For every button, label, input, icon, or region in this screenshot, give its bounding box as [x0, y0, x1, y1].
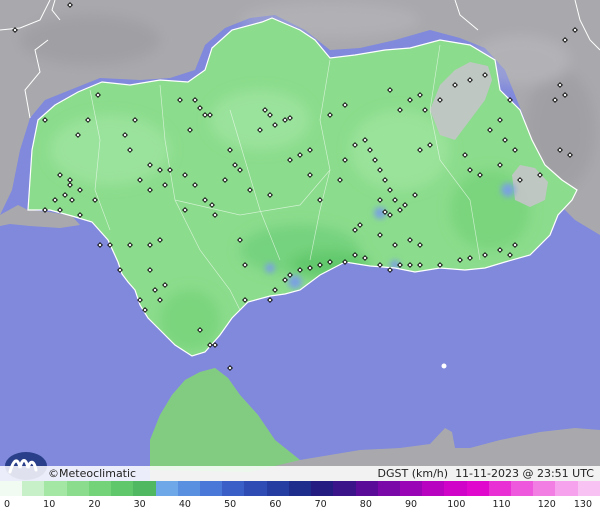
legend-tick-label: 0	[4, 499, 11, 510]
map-canvas	[0, 0, 600, 481]
legend-tick-label: 70	[314, 499, 327, 510]
product-label: DGST (km/h) 11-11-2023 @ 23:51 UTC	[377, 467, 594, 480]
legend-swatch	[133, 481, 156, 496]
legend-swatch	[66, 481, 89, 496]
alboran-island	[441, 363, 447, 369]
legend-swatch	[377, 481, 400, 496]
legend-swatch	[355, 481, 378, 496]
legend-swatch	[399, 481, 423, 496]
legend-swatch	[444, 481, 467, 496]
legend-tick-label: 110	[492, 499, 511, 510]
legend-tick-label: 60	[269, 499, 282, 510]
legend-swatch	[111, 481, 134, 496]
legend-swatch	[155, 481, 178, 496]
color-legend: 0 10 20 30 40 50 60 70 80 90 100 110 120 130	[0, 481, 600, 517]
legend-swatch	[0, 481, 23, 496]
legend-swatch	[422, 481, 445, 496]
legend-tick-label: 90	[405, 499, 418, 510]
legend-swatch	[22, 481, 45, 496]
legend-tick-label: 30	[133, 499, 146, 510]
weather-map	[0, 0, 600, 481]
legend-swatch	[333, 481, 356, 496]
legend-tick-label: 80	[359, 499, 372, 510]
legend-tick-label: 50	[224, 499, 237, 510]
legend-swatch	[244, 481, 267, 496]
legend-swatch	[199, 481, 223, 496]
legend-tick-label: 100	[447, 499, 466, 510]
legend-tick-label: 40	[178, 499, 191, 510]
credit-label: ©Meteoclimatic	[48, 467, 137, 480]
legend-swatch	[488, 481, 512, 496]
legend-swatch	[311, 481, 334, 496]
legend-swatch	[222, 481, 245, 496]
legend-swatch	[266, 481, 289, 496]
legend-swatch	[555, 481, 578, 496]
legend-swatch	[288, 481, 312, 496]
legend-tick-label: 130	[573, 499, 592, 510]
legend-swatch	[44, 481, 67, 496]
legend-swatch	[177, 481, 200, 496]
legend-swatch	[466, 481, 489, 496]
legend-tick-label: 20	[88, 499, 101, 510]
legend-color-scale	[0, 481, 600, 496]
legend-tick-label: 10	[43, 499, 56, 510]
legend-swatch	[533, 481, 556, 496]
legend-swatch	[577, 481, 600, 496]
legend-swatch	[511, 481, 534, 496]
legend-tick-label: 120	[537, 499, 556, 510]
legend-swatch	[88, 481, 112, 496]
